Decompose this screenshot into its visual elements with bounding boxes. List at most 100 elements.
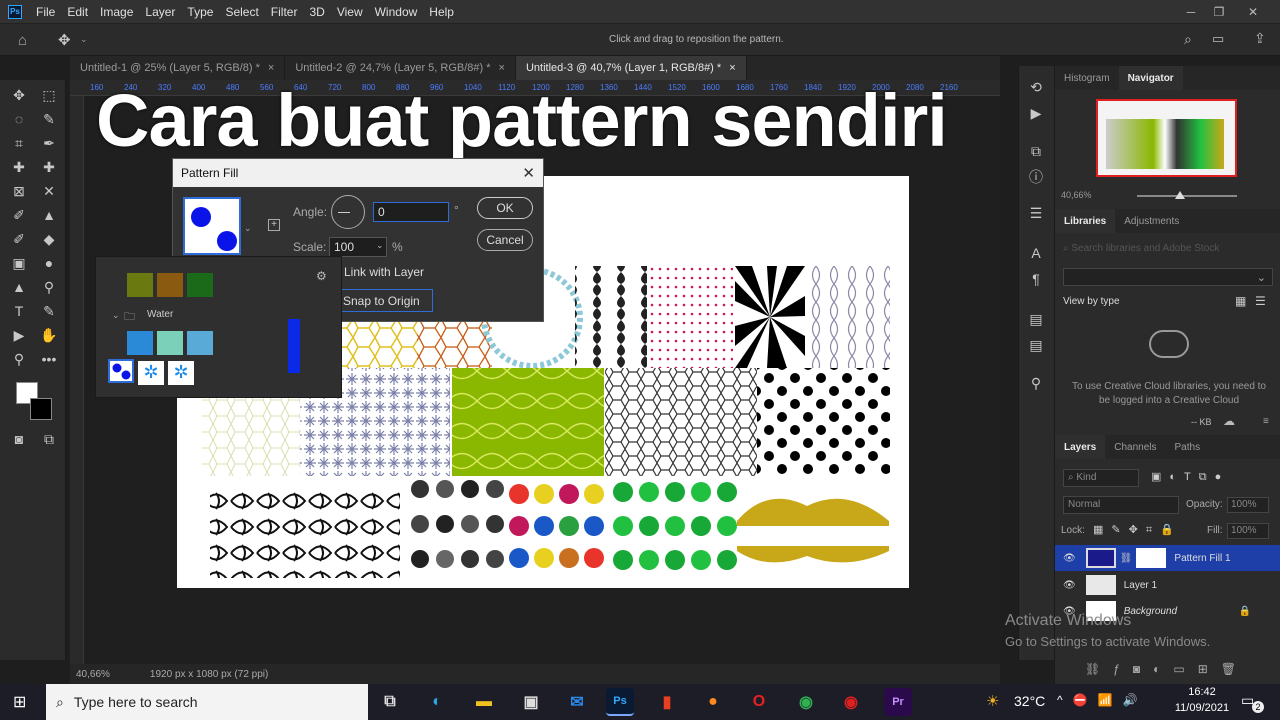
cancel-button[interactable]: Cancel (477, 229, 533, 251)
character-icon[interactable]: A (1025, 242, 1047, 264)
background-color-swatch[interactable] (30, 398, 52, 420)
menu-file[interactable]: File (30, 5, 61, 19)
edge-icon[interactable]: ◐ (423, 688, 451, 716)
library-select[interactable]: ⌄ (1063, 268, 1273, 286)
tab-untitled-3[interactable]: Untitled-3 @ 40,7% (Layer 1, RGB/8#) * × (515, 56, 747, 80)
opacity-input[interactable]: 100% (1227, 497, 1269, 513)
gradient-tool-icon[interactable]: ▣ (8, 252, 30, 274)
cloud-icon[interactable]: ☁ (1223, 414, 1235, 428)
marquee-tool-icon[interactable]: ⬚ (38, 84, 60, 106)
list-view-icon[interactable]: ☰ (1255, 294, 1266, 308)
blend-mode-select[interactable]: Normal (1063, 496, 1179, 514)
pattern-swatch[interactable] (157, 273, 183, 297)
patch-tool-icon[interactable]: ✚ (38, 156, 60, 178)
minimize-icon[interactable]: ─ (1178, 0, 1204, 23)
menu-view[interactable]: View (331, 5, 369, 19)
pattern-swatch-selected[interactable] (108, 359, 134, 383)
tab-untitled-1[interactable]: Untitled-1 @ 25% (Layer 5, RGB/8) * × (70, 56, 286, 80)
share-icon[interactable]: ⇪ (1254, 30, 1266, 47)
menu-layer[interactable]: Layer (139, 5, 181, 19)
mail-icon[interactable]: ✉ (563, 688, 591, 716)
menu-edit[interactable]: Edit (61, 5, 94, 19)
record-icon[interactable]: ◉ (837, 688, 865, 716)
eraser-tool-icon[interactable]: ◆ (38, 228, 60, 250)
swatches-icon[interactable]: ▤ (1025, 308, 1047, 330)
temperature[interactable]: 32°C (1014, 693, 1045, 709)
view-by-type[interactable]: View by type (1063, 296, 1120, 307)
pen-tool-icon[interactable]: ▲ (8, 276, 30, 298)
paragraph-icon[interactable]: ¶ (1025, 268, 1047, 290)
clock-time[interactable]: 16:42 (1174, 686, 1230, 698)
pattern-swatch[interactable] (157, 331, 183, 355)
library-search[interactable]: ⌕ Search libraries and Adobe Stock (1063, 243, 1275, 261)
zoom-level[interactable]: 40,66% (76, 669, 110, 680)
search-icon[interactable]: ⌕ (1184, 31, 1192, 48)
more-tools-icon[interactable]: ••• (38, 348, 60, 370)
eye-icon[interactable]: 👁 (1063, 580, 1076, 591)
type-tool-icon[interactable]: T (8, 300, 30, 322)
pattern-swatch[interactable] (127, 331, 153, 355)
snap-to-origin-button[interactable]: Snap to Origin (337, 289, 433, 312)
taskbar-search[interactable]: ⌕ Type here to search (46, 684, 368, 720)
new-preset-icon[interactable]: + (268, 219, 280, 231)
menu-help[interactable]: Help (423, 5, 460, 19)
pattern-swatch[interactable] (187, 331, 213, 355)
quick-mask-icon[interactable]: ◙ (8, 428, 30, 450)
notes-icon[interactable]: ▤ (1025, 334, 1047, 356)
tab-untitled-2[interactable]: Untitled-2 @ 24,7% (Layer 5, RGB/8#) * × (285, 56, 516, 80)
close-icon[interactable]: ✕ (522, 164, 535, 182)
chevron-down-icon[interactable]: ⌄ (80, 34, 88, 45)
screen-mode-icon[interactable]: ⧉ (38, 428, 60, 450)
photoshop-taskbar-icon[interactable]: Ps (606, 688, 634, 716)
tab-navigator[interactable]: Navigator (1118, 66, 1183, 90)
task-view-icon[interactable]: ⧉ (376, 688, 404, 716)
chevron-down-icon[interactable]: ⌄ (112, 310, 120, 321)
pattern-swatch[interactable] (127, 273, 153, 297)
move-tool-icon[interactable]: ✥ (8, 84, 30, 106)
menu-3d[interactable]: 3D (303, 5, 330, 19)
zoom-slider[interactable] (1137, 191, 1237, 199)
menu-window[interactable]: Window (369, 5, 424, 19)
navigator-preview[interactable] (1096, 99, 1237, 177)
close-icon[interactable]: × (268, 62, 274, 74)
crop-tool-icon[interactable]: ⌗ (8, 132, 30, 154)
weather-icon[interactable]: ☀ (986, 692, 999, 710)
tab-paths[interactable]: Paths (1166, 435, 1210, 459)
zoom-slider-thumb[interactable] (1175, 191, 1185, 199)
brush-tool-icon[interactable]: ✐ (8, 204, 30, 226)
zoom-tool-icon[interactable]: ⚲ (8, 348, 30, 370)
home-icon[interactable]: ⌂ (18, 32, 27, 49)
gear-icon[interactable]: ⚙ (316, 269, 327, 283)
opera-icon[interactable]: O (745, 688, 773, 716)
store-icon[interactable]: ▣ (517, 688, 545, 716)
link-with-layer-label[interactable]: Link with Layer (344, 265, 424, 279)
layer-row[interactable]: 👁 ⛓ Pattern Fill 1 (1055, 545, 1280, 571)
shape-tool-icon[interactable]: ▶ (8, 324, 30, 346)
eyedropper-icon[interactable]: ✒ (38, 132, 60, 154)
angle-dial[interactable] (331, 195, 365, 229)
frame-tool-icon[interactable]: ⊠ (8, 180, 30, 202)
path-select-icon[interactable]: ✎ (38, 300, 60, 322)
actions-play-icon[interactable]: ▶ (1025, 102, 1047, 124)
info-icon[interactable]: ⓘ (1025, 166, 1047, 188)
navigator-zoom[interactable]: 40,66% (1061, 190, 1092, 200)
quick-select-icon[interactable]: ✎ (38, 108, 60, 130)
dodge-tool-icon[interactable]: ⚲ (38, 276, 60, 298)
move-tool-icon[interactable]: ✥ (58, 31, 71, 49)
chrome-icon[interactable]: ◉ (792, 688, 820, 716)
properties-icon[interactable]: ☰ (1025, 202, 1047, 224)
grid-view-icon[interactable]: ▦ (1235, 294, 1246, 308)
angle-input[interactable]: 0 (373, 202, 449, 222)
layer-filter-icons[interactable]: ▣◐T⧉● (1151, 470, 1229, 484)
tab-channels[interactable]: Channels (1105, 435, 1165, 459)
tab-libraries[interactable]: Libraries (1055, 209, 1116, 233)
layer-row[interactable]: 👁 Layer 1 (1055, 572, 1280, 598)
pattern-preview-swatch[interactable] (183, 197, 241, 255)
panel-menu-icon[interactable]: ≡ (1263, 416, 1269, 427)
close-icon[interactable]: × (499, 62, 505, 74)
blur-tool-icon[interactable]: ● (38, 252, 60, 274)
workspace-icon[interactable]: ▭ (1212, 31, 1224, 47)
menu-image[interactable]: Image (94, 5, 139, 19)
pattern-swatch[interactable] (187, 273, 213, 297)
learn-icon[interactable]: ⚲ (1025, 372, 1047, 394)
